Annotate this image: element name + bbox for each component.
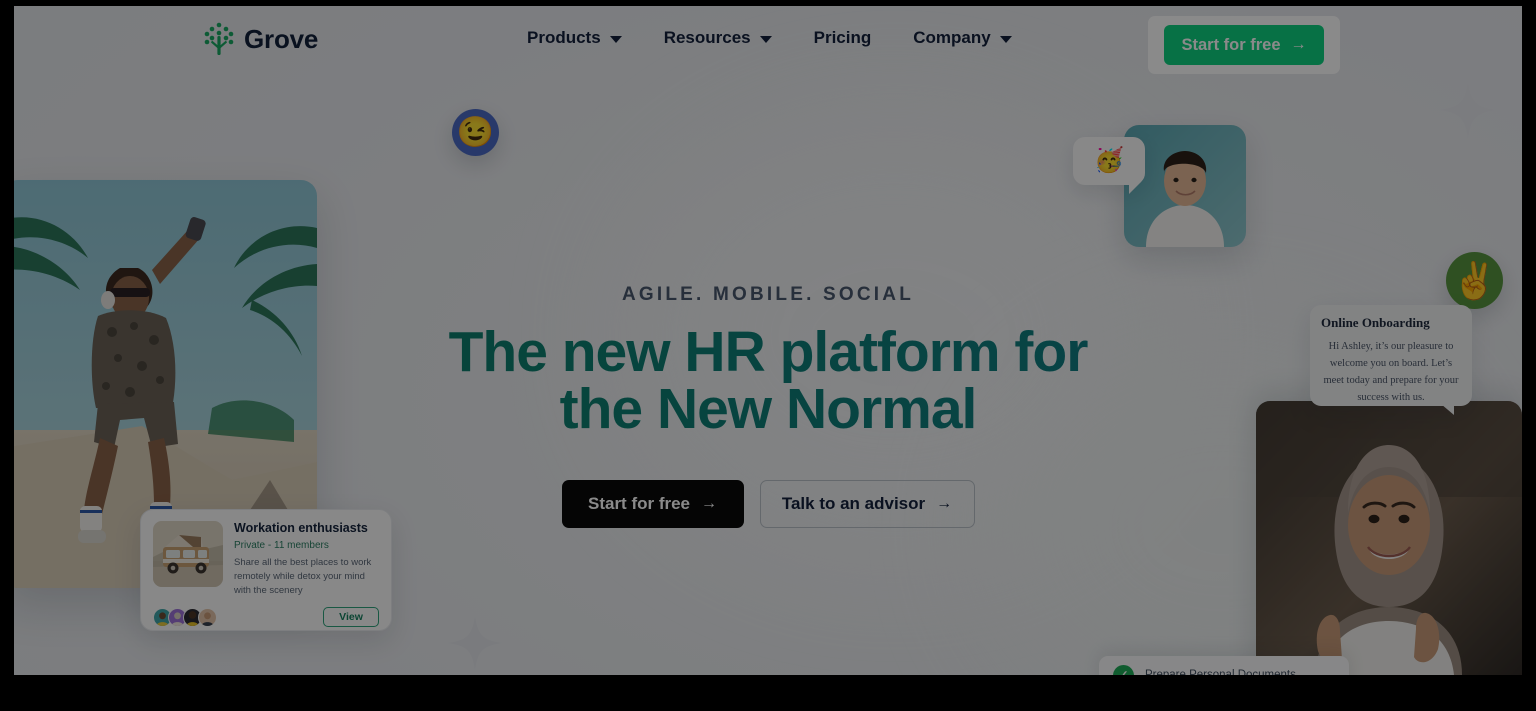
nav-label-resources: Resources <box>663 28 751 47</box>
online-onboarding-card: Online Onboarding Hi Ashley, it’s our pl… <box>1310 305 1472 415</box>
hero-headline-line1: The new HR platform for <box>448 320 1088 384</box>
party-face-emoji: 🥳 <box>1094 147 1124 174</box>
arrow-right-icon: → <box>1290 36 1307 53</box>
main-nav: Products Resources Pricing Company <box>527 28 1012 48</box>
header-cta-label: Start for free <box>1181 35 1281 54</box>
floating-avatar-peace-sign: ✌️ <box>1446 252 1503 309</box>
nav-item-resources[interactable]: Resources <box>664 28 772 48</box>
workation-card-title: Workation enthusiasts <box>234 521 368 535</box>
task-label: Prepare Personal Documents <box>1145 669 1296 675</box>
workation-card-top: Workation enthusiasts Private - 11 membe… <box>153 521 379 598</box>
hero-start-for-free-button[interactable]: Start for free → <box>561 480 744 528</box>
avatar <box>198 607 217 627</box>
workation-card-text: Workation enthusiasts Private - 11 membe… <box>234 521 379 598</box>
nav-label-products: Products <box>527 28 601 47</box>
onboarding-title: Online Onboarding <box>1321 315 1430 330</box>
sparkle-icon-top-right <box>1438 80 1498 140</box>
brand-name: Grove <box>244 23 319 54</box>
nav-label-pricing: Pricing <box>813 28 872 47</box>
workation-view-button[interactable]: View <box>323 607 379 628</box>
header-start-for-free-button[interactable]: Start for free → <box>1164 25 1324 65</box>
nav-item-company[interactable]: Company <box>913 28 1012 48</box>
hero-headline: The new HR platform for the New Normal <box>14 324 1522 438</box>
onboarding-body: Hi Ashley, it’s our pleasure to welcome … <box>1323 341 1459 403</box>
hero-section: AGILE. MOBILE. SOCIAL The new HR platfor… <box>14 284 1522 528</box>
nav-item-products[interactable]: Products <box>527 28 622 48</box>
hero-talk-to-advisor-button[interactable]: Talk to an advisor → <box>759 480 975 528</box>
chevron-down-icon <box>759 36 772 43</box>
emoji-speech-bubble: 🥳 <box>1073 137 1145 194</box>
winking-face-emoji: 😉 <box>456 115 495 149</box>
hero-eyebrow: AGILE. MOBILE. SOCIAL <box>621 284 915 305</box>
header-cta-focus-ring: Start for free → <box>1148 16 1340 74</box>
workation-thumbnail-van <box>153 521 223 587</box>
hero-headline-line2: the New Normal <box>559 377 977 441</box>
hero-secondary-label: Talk to an advisor <box>781 494 926 513</box>
arrow-right-icon: → <box>701 495 718 512</box>
task-status-chip[interactable]: ✓ Prepare Personal Documents <box>1099 656 1349 675</box>
nav-label-company: Company <box>913 28 991 47</box>
site-header: Grove Products Resources Pricing Company <box>14 6 1522 80</box>
chevron-down-icon <box>999 36 1012 43</box>
nav-item-pricing[interactable]: Pricing <box>814 28 872 48</box>
workation-card-meta: Private - 11 members <box>234 540 329 551</box>
browser-frame: Grove Products Resources Pricing Company <box>0 0 1536 711</box>
check-circle-icon: ✓ <box>1113 664 1134 675</box>
floating-avatar-winking-face: 😉 <box>452 109 499 156</box>
page-viewport: Grove Products Resources Pricing Company <box>14 6 1522 675</box>
workation-group-card[interactable]: Workation enthusiasts Private - 11 membe… <box>140 509 392 631</box>
chevron-down-icon <box>609 36 622 43</box>
workation-card-description: Share all the best places to work remote… <box>234 557 372 597</box>
brand-logo-link[interactable]: Grove <box>204 22 318 56</box>
workation-member-avatars <box>153 607 217 627</box>
tree-dots-icon <box>204 22 234 56</box>
sparkle-icon-bottom-left <box>446 614 504 672</box>
hero-primary-label: Start for free <box>587 494 691 513</box>
peace-sign-emoji: ✌️ <box>1452 259 1497 301</box>
workation-card-footer: View <box>153 607 379 628</box>
arrow-right-icon: → <box>936 495 953 512</box>
